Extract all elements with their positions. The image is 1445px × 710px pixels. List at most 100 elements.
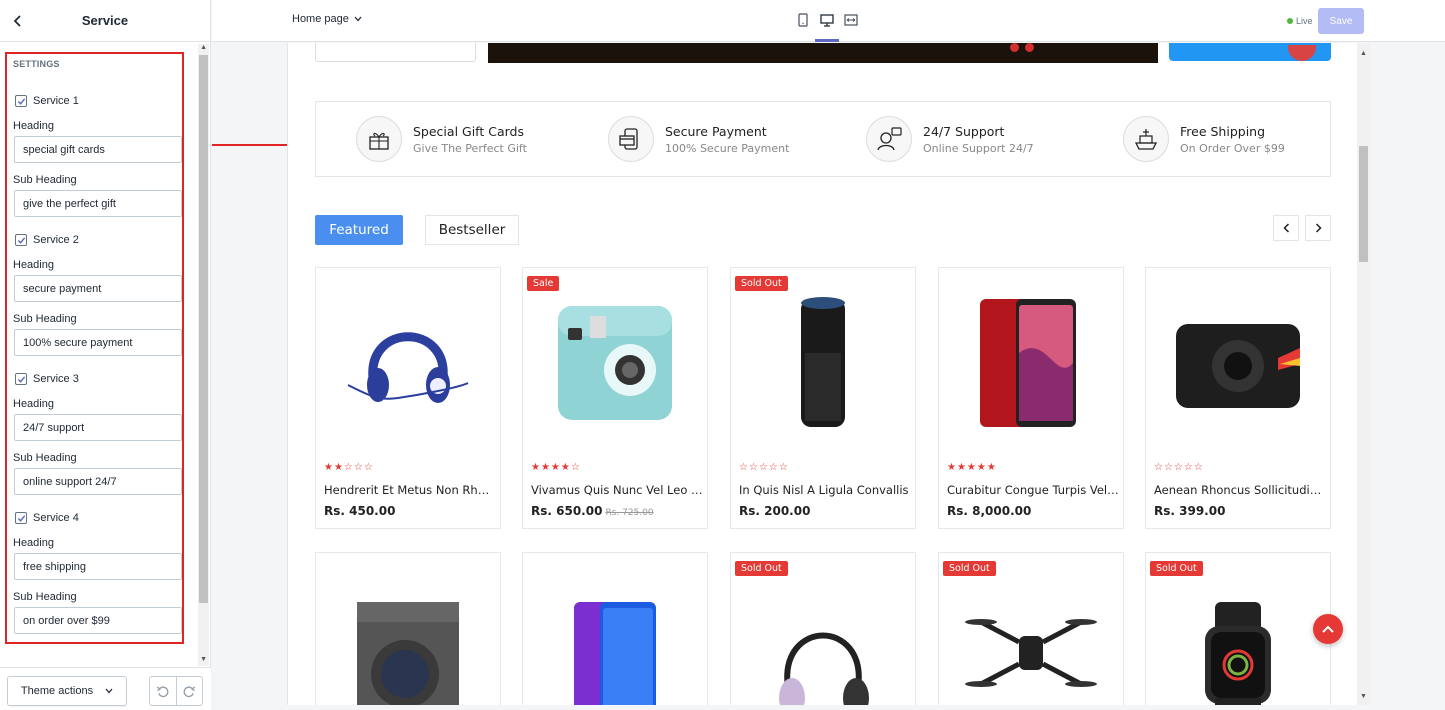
preview-scrollbar-thumb[interactable]	[1359, 146, 1368, 262]
banner-button[interactable]	[315, 43, 476, 62]
product-image[interactable]	[523, 268, 707, 458]
checkbox-checked-icon[interactable]	[15, 373, 27, 385]
product-old-price: Rs. 725.00	[605, 508, 654, 518]
product-card[interactable]: Sold Out	[730, 552, 916, 705]
service-3-heading-input[interactable]: 24/7 support	[14, 414, 182, 441]
product-card[interactable]: ★★★★★ Curabitur Congue Turpis Vel Nisi R…	[938, 267, 1124, 529]
carousel-prev-button[interactable]	[1273, 215, 1299, 241]
redo-icon[interactable]	[175, 677, 203, 705]
back-icon[interactable]	[8, 11, 28, 31]
save-button[interactable]: Save	[1318, 8, 1364, 34]
tab-featured[interactable]: Featured	[315, 215, 403, 245]
product-price: Rs. 450.00	[324, 504, 396, 518]
product-image[interactable]	[731, 268, 915, 458]
smartphone-image	[980, 299, 1076, 427]
headphones-gold-image	[779, 632, 869, 705]
service-2-heading-input[interactable]: secure payment	[14, 275, 182, 302]
chevron-up-icon	[1322, 625, 1334, 633]
service-subtitle: On Order Over $99	[1180, 141, 1285, 155]
undo-icon[interactable]	[150, 677, 176, 705]
product-card[interactable]	[315, 552, 501, 705]
mobile-view-icon[interactable]	[796, 12, 810, 28]
service-4-checkbox[interactable]: Service 4	[15, 510, 185, 526]
service-3-checkbox[interactable]: Service 3	[15, 371, 185, 387]
washing-machine-image	[357, 602, 459, 705]
product-name[interactable]: Curabitur Congue Turpis Vel Nisi	[947, 483, 1119, 497]
scroll-up-arrow-icon[interactable]: ▲	[200, 44, 207, 51]
subheading-label: Sub Heading	[13, 313, 77, 325]
smart-speaker-image	[801, 297, 845, 427]
page-selector[interactable]: Home page	[292, 13, 362, 25]
service-1-checkbox[interactable]: Service 1	[15, 93, 185, 109]
product-card[interactable]: Sale ★★★★☆ Vivamus Quis Nunc Vel Leo Lac…	[522, 267, 708, 529]
product-image[interactable]	[316, 268, 500, 458]
heading-label: Heading	[13, 259, 54, 271]
subheading-label: Sub Heading	[13, 452, 77, 464]
subheading-label: Sub Heading	[13, 591, 77, 603]
fullscreen-view-icon[interactable]	[844, 12, 858, 28]
scroll-down-arrow-icon[interactable]: ▼	[200, 656, 207, 663]
product-card[interactable]	[522, 552, 708, 705]
service-subtitle: Give The Perfect Gift	[413, 141, 527, 155]
settings-scroll-area: SETTINGS Service 1 Heading special gift …	[0, 43, 211, 667]
product-name[interactable]: Hendrerit Et Metus Non Rhoncus	[324, 483, 496, 497]
checkbox-checked-icon[interactable]	[15, 512, 27, 524]
sidebar-scrollbar-thumb[interactable]	[199, 55, 208, 603]
payment-icon	[608, 116, 654, 162]
theme-actions-button[interactable]: Theme actions	[7, 676, 127, 706]
smartwatch-image	[1205, 602, 1271, 705]
product-image[interactable]	[939, 268, 1123, 458]
product-card[interactable]: Sold Out	[1145, 552, 1331, 705]
service-2-subheading-input[interactable]: 100% secure payment	[14, 329, 182, 356]
device-switcher	[796, 12, 858, 28]
service-checkbox-label: Service 4	[33, 512, 79, 524]
drone-image	[965, 619, 1097, 687]
sidebar-header: Service	[0, 0, 210, 42]
services-strip: Special Gift Cards Give The Perfect Gift…	[315, 101, 1331, 177]
product-card[interactable]: ☆☆☆☆☆ Aenean Rhoncus Sollicitudin Mauris…	[1145, 267, 1331, 529]
checkbox-checked-icon[interactable]	[15, 95, 27, 107]
service-2-checkbox[interactable]: Service 2	[15, 232, 185, 248]
scroll-to-top-button[interactable]	[1313, 614, 1343, 644]
service-title: 24/7 Support	[923, 123, 1005, 139]
product-image[interactable]	[316, 553, 500, 705]
product-name[interactable]: Aenean Rhoncus Sollicitudin Mauris	[1154, 483, 1326, 497]
service-subtitle: 100% Secure Payment	[665, 141, 790, 155]
product-card[interactable]: ★★☆☆☆ Hendrerit Et Metus Non Rhoncus Rs.…	[315, 267, 501, 529]
headphones-image	[347, 332, 469, 403]
chevron-down-icon	[354, 16, 362, 22]
preview-scrollbar-track[interactable]	[1357, 43, 1370, 705]
editor-sidebar: Service SETTINGS Service 1 Heading speci…	[0, 0, 211, 710]
settings-highlight-box: SETTINGS Service 1 Heading special gift …	[5, 52, 184, 644]
product-card[interactable]: Sold Out ☆☆☆☆☆ In Quis Nisl A Ligula Con…	[730, 267, 916, 529]
service-1-settings: Service 1 Heading special gift cards Sub…	[13, 93, 185, 217]
service-checkbox-label: Service 3	[33, 373, 79, 385]
sold-out-badge: Sold Out	[1150, 561, 1203, 576]
service-4-settings: Service 4 Heading free shipping Sub Head…	[13, 510, 185, 634]
service-1-heading-input[interactable]: special gift cards	[14, 136, 182, 163]
carousel-next-button[interactable]	[1305, 215, 1331, 241]
rating-stars: ☆☆☆☆☆	[1154, 462, 1204, 473]
product-price: Rs. 650.00 Rs. 725.00	[531, 504, 654, 518]
product-name[interactable]: Vivamus Quis Nunc Vel Leo Lacinia	[531, 483, 703, 497]
product-image[interactable]	[523, 553, 707, 705]
checkbox-checked-icon[interactable]	[15, 234, 27, 246]
service-1-subheading-input[interactable]: give the perfect gift	[14, 190, 182, 217]
support-icon	[866, 116, 912, 162]
service-3-subheading-input[interactable]: online support 24/7	[14, 468, 182, 495]
service-4-subheading-input[interactable]: on order over $99	[14, 607, 182, 634]
subheading-label: Sub Heading	[13, 174, 77, 186]
slider-dots[interactable]	[1010, 43, 1034, 52]
product-card[interactable]: Sold Out	[938, 552, 1124, 705]
editor-topbar: Home page Live Save	[212, 0, 1445, 42]
rating-stars: ★★☆☆☆	[324, 462, 374, 473]
product-name[interactable]: In Quis Nisl A Ligula Convallis	[739, 483, 911, 497]
desktop-view-icon[interactable]	[820, 12, 834, 28]
scroll-down-arrow-icon[interactable]: ▼	[1360, 693, 1367, 700]
product-image[interactable]	[1146, 268, 1330, 458]
tab-bestseller[interactable]: Bestseller	[425, 215, 519, 245]
smartphone-blue-image	[574, 602, 656, 705]
scroll-up-arrow-icon[interactable]: ▲	[1360, 50, 1367, 57]
chevron-right-icon	[1315, 223, 1322, 233]
service-4-heading-input[interactable]: free shipping	[14, 553, 182, 580]
